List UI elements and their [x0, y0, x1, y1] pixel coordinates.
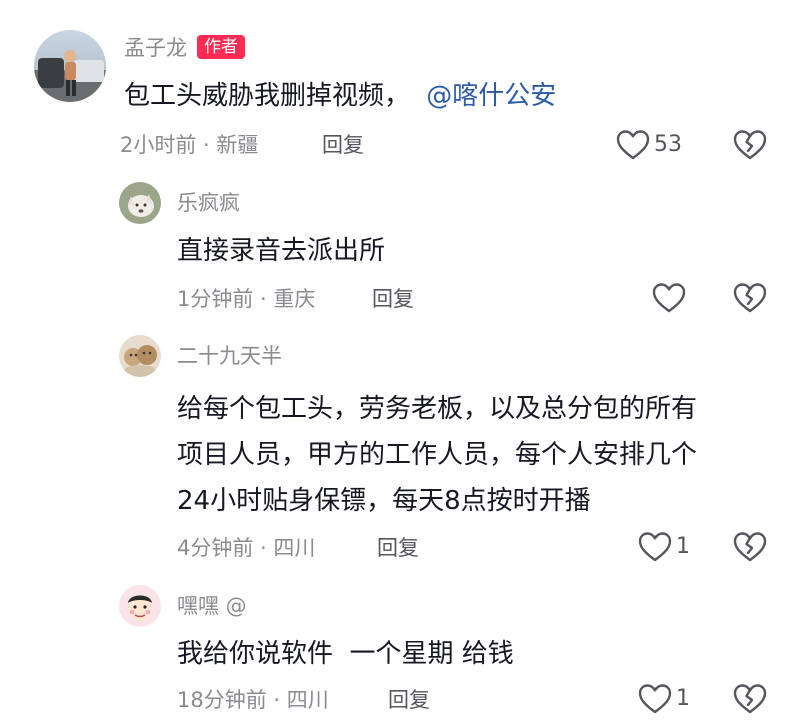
like-button[interactable]: [652, 282, 690, 314]
comment-text: 我给你说软件 一个星期 给钱: [177, 639, 514, 669]
comment-line: 给每个包工头，劳务老板，以及总分包的所有: [177, 394, 698, 424]
reply-button[interactable]: 回复: [388, 686, 430, 714]
username[interactable]: 孟子龙 作者: [124, 34, 245, 62]
dislike-button[interactable]: [733, 282, 767, 314]
dislike-button[interactable]: [733, 683, 767, 715]
username[interactable]: 乐疯疯: [177, 189, 240, 217]
comment-meta: 2小时前 · 新疆: [120, 133, 259, 157]
comment-text: 给每个包工头，劳务老板，以及总分包的所有 项目人员，甲方的工作人员，每个人安排几…: [177, 386, 777, 524]
reply-button[interactable]: 回复: [322, 131, 364, 159]
like-button[interactable]: 53: [616, 129, 682, 161]
username[interactable]: 嘿嘿 @: [177, 592, 247, 620]
like-count: 1: [676, 534, 690, 559]
reply-item: 嘿嘿 @ 我给你说软件 一个星期 给钱 18分钟前 · 四川 回复 1: [0, 580, 800, 728]
comment-body: 包工头威胁我删掉视频，: [124, 81, 411, 111]
avatar[interactable]: [34, 30, 106, 102]
heart-outline-icon: [638, 531, 672, 563]
broken-heart-icon: [733, 282, 767, 314]
like-button[interactable]: 1: [638, 683, 690, 715]
broken-heart-icon: [733, 683, 767, 715]
comment-text: 包工头威胁我删掉视频， @喀什公安: [124, 78, 556, 114]
comment-line: 项目人员，甲方的工作人员，每个人安排几个: [177, 440, 698, 470]
mention-link[interactable]: @喀什公安: [426, 81, 556, 111]
reply-item: 二十九天半 给每个包工头，劳务老板，以及总分包的所有 项目人员，甲方的工作人员，…: [0, 335, 800, 580]
heart-outline-icon: [616, 129, 650, 161]
comment-item: 孟子龙 作者 包工头威胁我删掉视频， @喀什公安 2小时前 · 新疆 回复 53: [0, 0, 800, 175]
like-count: 1: [676, 686, 690, 711]
comment-text: 直接录音去派出所: [177, 236, 386, 266]
broken-heart-icon: [733, 531, 767, 563]
reply-button[interactable]: 回复: [377, 534, 419, 562]
username[interactable]: 二十九天半: [177, 342, 282, 370]
heart-outline-icon: [638, 683, 672, 715]
comment-meta: 4分钟前 · 四川: [177, 536, 316, 560]
avatar[interactable]: [119, 585, 161, 627]
like-button[interactable]: 1: [638, 531, 690, 563]
heart-outline-icon: [652, 282, 686, 314]
dislike-button[interactable]: [733, 531, 767, 563]
comment-meta: 18分钟前 · 四川: [177, 688, 329, 712]
dislike-button[interactable]: [733, 129, 767, 161]
reply-button[interactable]: 回复: [372, 285, 414, 313]
author-badge: 作者: [197, 35, 245, 59]
comment-meta: 1分钟前 · 重庆: [177, 287, 316, 311]
avatar[interactable]: [119, 182, 161, 224]
comment-line: 24小时贴身保镖，每天8点按时开播: [177, 486, 591, 516]
broken-heart-icon: [733, 129, 767, 161]
username-text[interactable]: 孟子龙: [124, 36, 187, 60]
reply-item: 乐疯疯 直接录音去派出所 1分钟前 · 重庆 回复: [0, 175, 800, 335]
like-count: 53: [654, 132, 682, 157]
avatar[interactable]: [119, 335, 161, 377]
